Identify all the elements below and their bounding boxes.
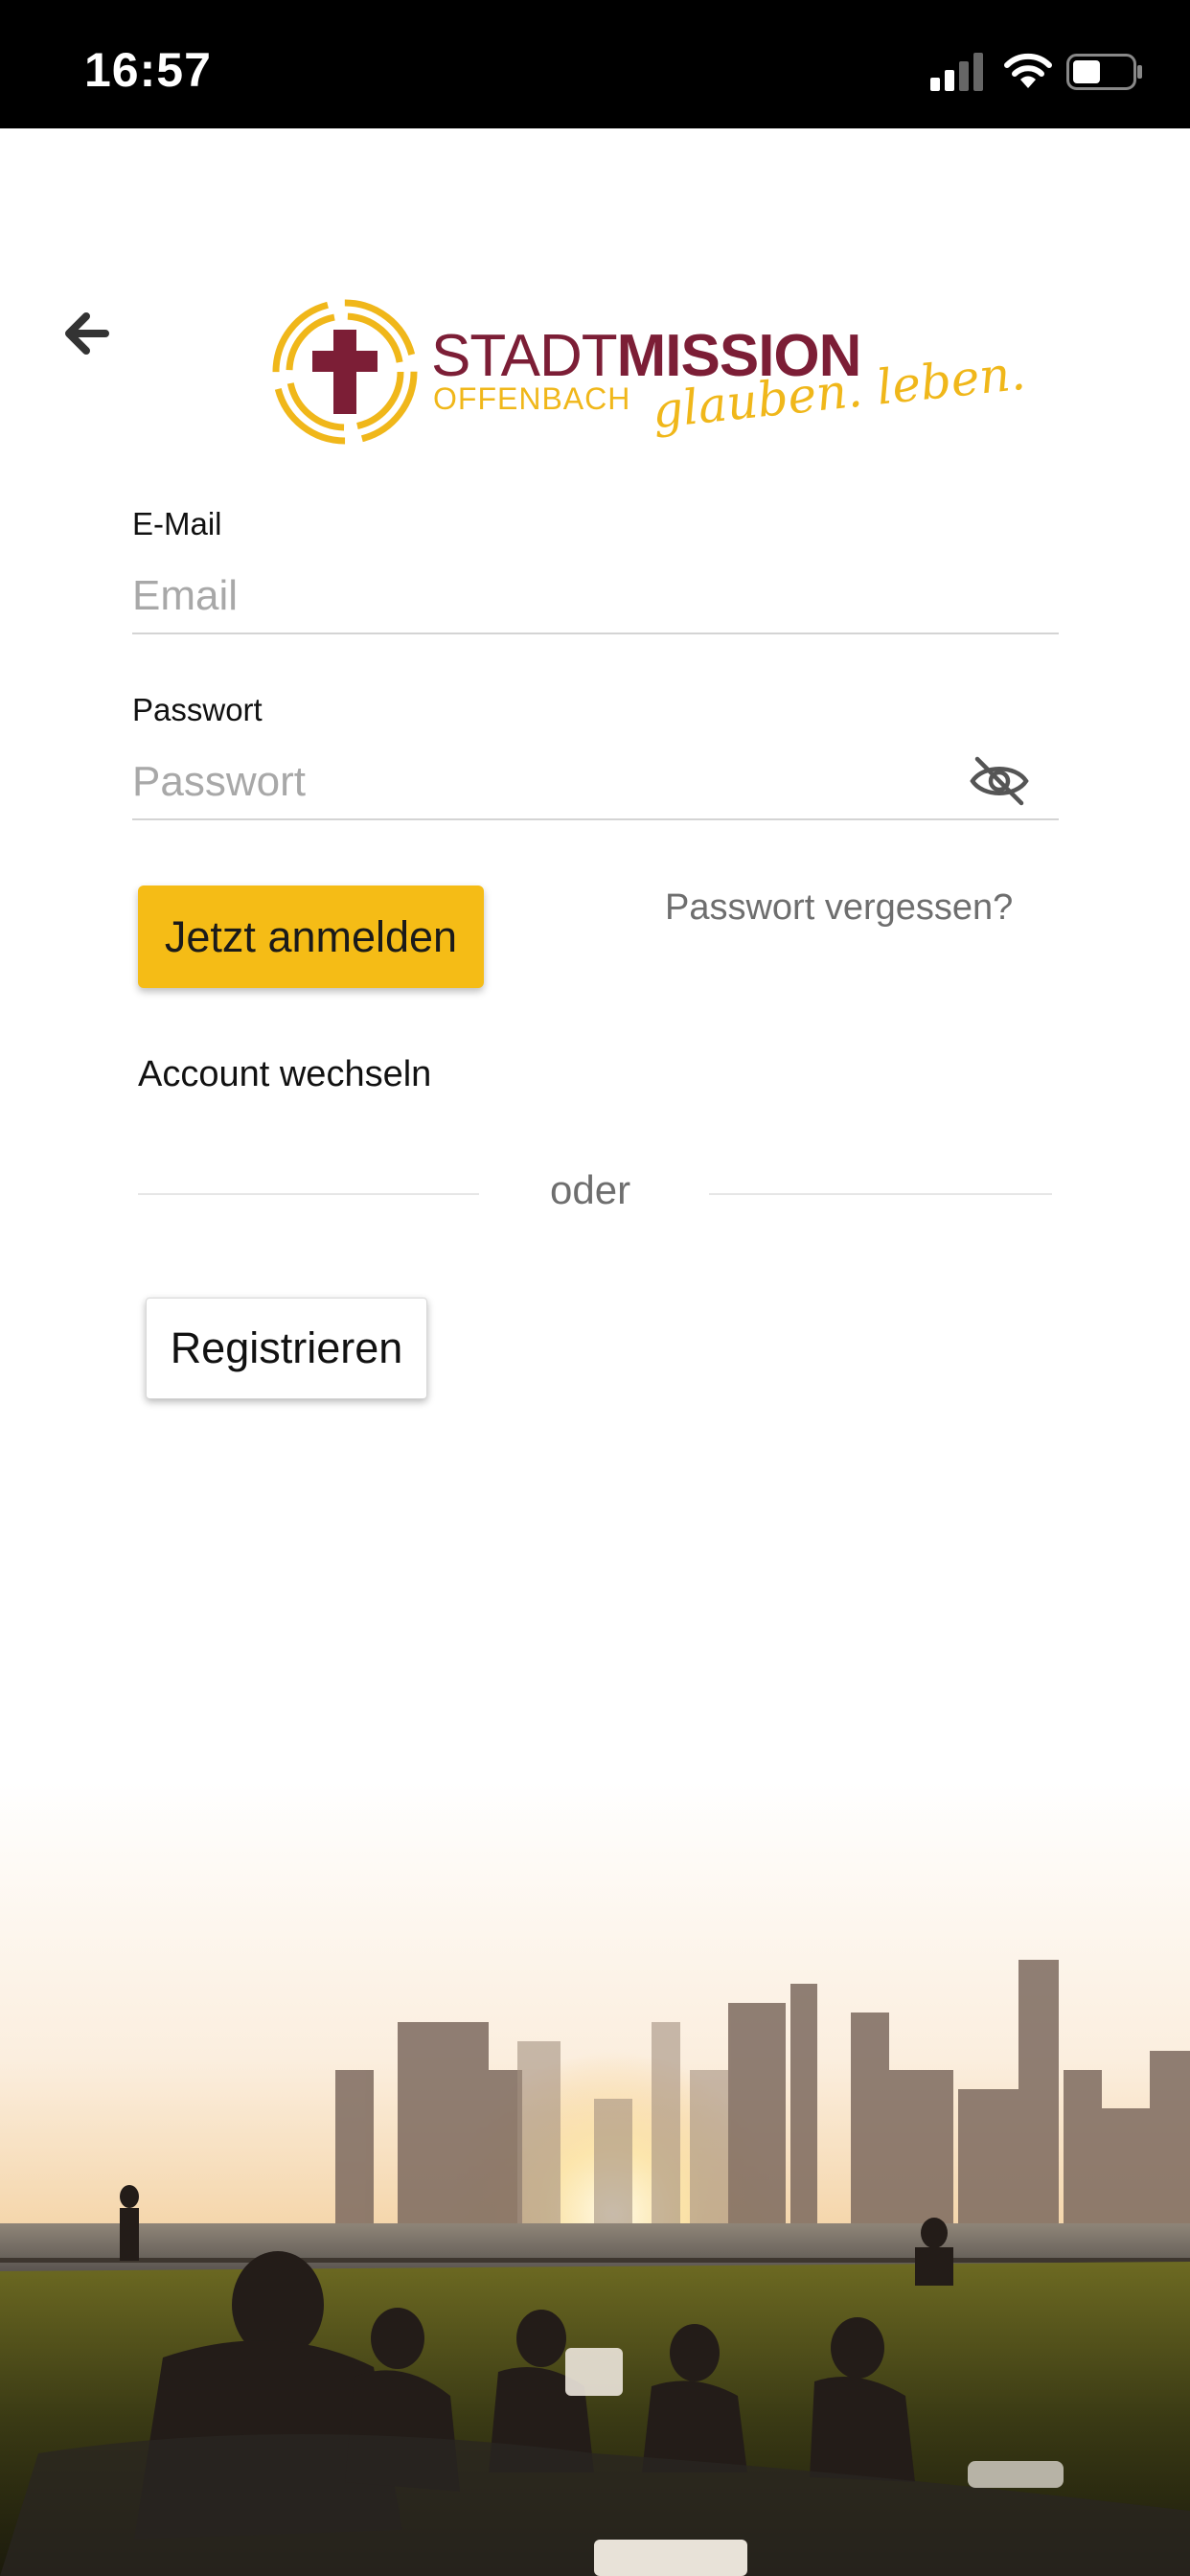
wifi-icon bbox=[1004, 53, 1052, 88]
divider-line-right bbox=[709, 1193, 1052, 1195]
divider-label: oder bbox=[550, 1167, 631, 1212]
status-bar: 16:57 bbox=[0, 0, 1190, 128]
register-button[interactable]: Registrieren bbox=[146, 1298, 427, 1399]
login-button[interactable]: Jetzt anmelden bbox=[138, 886, 484, 988]
email-label: E-Mail bbox=[132, 506, 222, 541]
switch-account-link[interactable]: Account wechseln bbox=[138, 1054, 431, 1095]
password-label: Passwort bbox=[132, 692, 263, 727]
cellular-signal-icon bbox=[930, 53, 983, 91]
logo-city: OFFENBACH bbox=[433, 381, 631, 416]
email-input[interactable] bbox=[132, 560, 1059, 634]
cross-emblem-icon bbox=[272, 299, 418, 445]
eye-off-icon[interactable] bbox=[968, 753, 1031, 809]
status-time: 16:57 bbox=[84, 43, 212, 97]
logo-name-light: STADT bbox=[431, 323, 618, 389]
divider-line-left bbox=[138, 1193, 479, 1195]
battery-icon bbox=[1066, 54, 1142, 90]
back-arrow-icon[interactable] bbox=[57, 303, 119, 364]
stadtmission-logo: STADTMISSION OFFENBACH glauben. leben. bbox=[266, 293, 1028, 466]
skyline-background-image bbox=[0, 1782, 1190, 2576]
password-input[interactable] bbox=[132, 746, 1059, 820]
login-screen: 16:57 STADTMISSION OFFENBACH glauben. le… bbox=[0, 0, 1190, 2576]
forgot-password-link[interactable]: Passwort vergessen? bbox=[665, 887, 1013, 929]
